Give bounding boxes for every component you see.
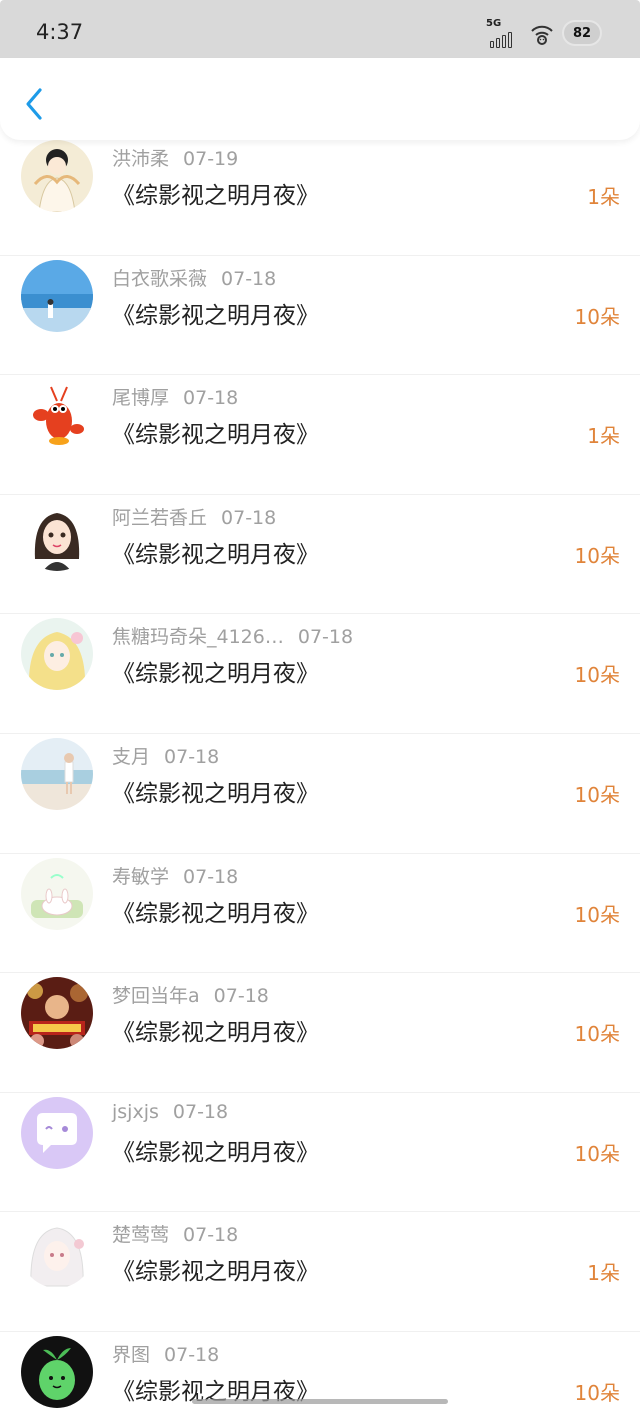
avatar[interactable] (21, 140, 93, 212)
list-item[interactable]: 支月 07-18 《综影视之明月夜》 10朵 (0, 734, 640, 854)
network-type: 5G (486, 18, 502, 29)
username[interactable]: jsjxjs (112, 1101, 159, 1123)
book-title: 《综影视之明月夜》 (112, 661, 319, 688)
list-item[interactable]: 阿兰若香丘 07-18 《综影视之明月夜》 10朵 (0, 495, 640, 615)
avatar[interactable] (21, 977, 93, 1050)
chevron-left-icon[interactable] (20, 84, 50, 124)
status-bar: 4:37 5G 82 (0, 0, 640, 62)
list-item[interactable]: jsjxjs 07-18 《综影视之明月夜》 10朵 (0, 1093, 640, 1213)
book-title: 《综影视之明月夜》 (112, 780, 319, 807)
date: 07-18 (297, 626, 354, 649)
item-meta: 阿兰若香丘 07-18 (112, 503, 276, 530)
date: 07-18 (183, 1224, 239, 1247)
home-indicator[interactable] (192, 1399, 448, 1404)
username[interactable]: 支月 (112, 746, 150, 768)
date: 07-18 (183, 387, 239, 410)
gift-count: 10朵 (574, 1141, 620, 1166)
gift-count: 10朵 (574, 782, 620, 807)
date: 07-18 (221, 267, 277, 290)
avatar[interactable] (21, 259, 93, 332)
item-meta: 梦回当年a 07-18 (112, 981, 269, 1008)
date: 07-18 (172, 1100, 229, 1123)
list-item[interactable]: 寿敏学 07-18 《综影视之明月夜》 10朵 (0, 854, 640, 974)
avatar[interactable] (21, 1216, 93, 1289)
list-item[interactable]: 梦回当年a 07-18 《综影视之明月夜》 10朵 (0, 973, 640, 1093)
book-title: 《综影视之明月夜》 (112, 1259, 319, 1286)
list-item[interactable]: 尾博厚 07-18 《综影视之明月夜》 1朵 (0, 375, 640, 495)
date: 07-18 (221, 506, 277, 529)
avatar[interactable] (21, 857, 93, 930)
item-meta: 界图 07-18 (112, 1340, 219, 1367)
gift-count: 10朵 (574, 1380, 620, 1405)
avatar[interactable] (21, 737, 93, 810)
username[interactable]: 洪沛柔 (112, 148, 169, 170)
book-title: 《综影视之明月夜》 (112, 422, 319, 449)
book-title: 《综影视之明月夜》 (112, 900, 319, 927)
book-title: 《综影视之明月夜》 (112, 302, 319, 329)
list-item[interactable]: 界图 07-18 《综影视之明月夜》 10朵 (0, 1332, 640, 1408)
item-meta: 尾博厚 07-18 (112, 383, 238, 410)
gift-count: 10朵 (574, 902, 620, 927)
gift-count: 10朵 (574, 304, 620, 329)
list-item[interactable]: 楚莺莺 07-18 《综影视之明月夜》 1朵 (0, 1212, 640, 1332)
gift-count: 1朵 (587, 1261, 620, 1286)
status-time: 4:37 (36, 20, 84, 44)
gift-count: 1朵 (587, 424, 620, 449)
battery-indicator: 82 (564, 22, 600, 44)
username[interactable]: 楚莺莺 (112, 1224, 169, 1246)
item-meta: 楚莺莺 07-18 (112, 1220, 238, 1247)
nav-bar (0, 58, 640, 140)
gift-count: 1朵 (587, 185, 620, 209)
item-meta: 支月 07-18 (112, 742, 219, 769)
date: 07-18 (183, 865, 239, 888)
gift-count: 10朵 (574, 1022, 620, 1047)
avatar[interactable] (21, 379, 93, 452)
username[interactable]: 白衣歌采薇 (112, 268, 207, 290)
username[interactable]: 尾博厚 (112, 387, 169, 409)
wifi-icon (531, 25, 553, 45)
item-meta: 寿敏学 07-18 (112, 862, 238, 889)
gift-count: 10朵 (574, 663, 620, 688)
username[interactable]: 寿敏学 (112, 866, 169, 888)
username[interactable]: 阿兰若香丘 (112, 507, 207, 529)
item-meta: 洪沛柔 07-19 (112, 144, 238, 171)
item-meta: jsjxjs 07-18 (112, 1101, 228, 1123)
date: 07-18 (213, 985, 269, 1008)
avatar[interactable] (21, 1096, 93, 1169)
date: 07-18 (164, 1343, 220, 1366)
book-title: 《综影视之明月夜》 (112, 1020, 319, 1047)
avatar[interactable] (21, 618, 93, 691)
username[interactable]: 焦糖玛奇朵_4126… (112, 626, 284, 648)
item-meta: 白衣歌采薇 07-18 (112, 264, 276, 291)
gift-count: 10朵 (574, 543, 620, 568)
book-title: 《综影视之明月夜》 (112, 183, 319, 209)
status-icons: 5G 82 (486, 18, 600, 48)
book-title: 《综影视之明月夜》 (112, 1139, 319, 1166)
date: 07-19 (183, 148, 239, 170)
date: 07-18 (164, 745, 220, 768)
cellular-signal-icon: 5G (486, 18, 520, 48)
item-meta: 焦糖玛奇朵_4126… 07-18 (112, 622, 353, 649)
book-title: 《综影视之明月夜》 (112, 541, 319, 568)
list-item[interactable]: 焦糖玛奇朵_4126… 07-18 《综影视之明月夜》 10朵 (0, 614, 640, 734)
gift-record-list: 洪沛柔 07-19 《综影视之明月夜》 1朵 白衣歌采薇 07-18 《综影视之明月夜》 10… (0, 136, 640, 1408)
list-item[interactable]: 洪沛柔 07-19 《综影视之明月夜》 1朵 (0, 136, 640, 256)
avatar[interactable] (21, 1335, 93, 1408)
username[interactable]: 界图 (112, 1344, 150, 1366)
username[interactable]: 梦回当年a (112, 985, 200, 1007)
list-item[interactable]: 白衣歌采薇 07-18 《综影视之明月夜》 10朵 (0, 256, 640, 376)
avatar[interactable] (21, 498, 93, 571)
